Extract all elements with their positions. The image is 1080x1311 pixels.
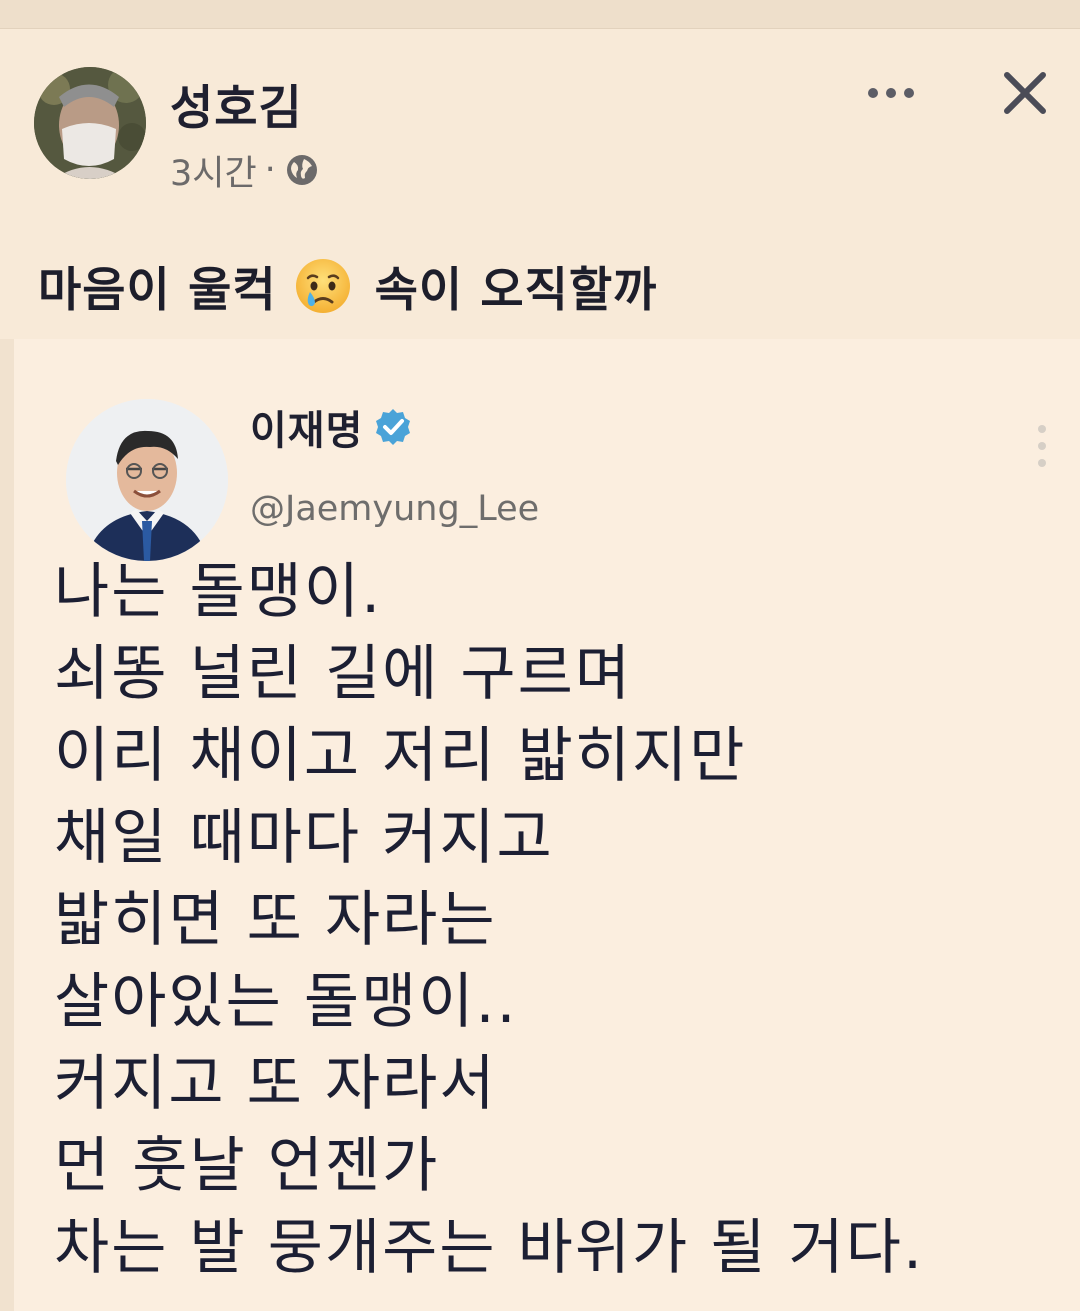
tweet-line: 나는 돌맹이. <box>54 557 383 627</box>
post-text-part2: 속이 오직할까 <box>374 263 658 318</box>
close-button[interactable] <box>994 62 1056 124</box>
tweet-options-button[interactable] <box>1032 419 1052 479</box>
meta-separator: · <box>264 150 276 190</box>
top-strip <box>0 0 1080 29</box>
crying-face-emoji <box>293 256 353 316</box>
shared-tweet-card[interactable]: 이재명 @Jaemyung_Lee 나는 돌맹이. 쇠똥 널린 길에 구르며 이… <box>0 339 1080 1311</box>
tweet-author-handle[interactable]: @Jaemyung_Lee <box>250 489 539 529</box>
close-icon <box>1004 72 1046 114</box>
tweet-line: 살아있는 돌맹이.. <box>54 967 518 1037</box>
tweet-line: 커지고 또 자라서 <box>54 1049 497 1119</box>
tweet-line: 먼 훗날 언젠가 <box>54 1131 440 1201</box>
post-meta: 3시간 · <box>170 148 319 194</box>
post-text: 마음이 울컥 속이 오직할까 <box>38 251 657 320</box>
author-avatar[interactable] <box>34 67 146 179</box>
tweet-body: 나는 돌맹이. 쇠똥 널린 길에 구르며 이리 채이고 저리 밟히지만 채일 때… <box>54 551 1064 1289</box>
globe-icon <box>285 153 319 187</box>
tweet-line: 채일 때마다 커지고 <box>54 803 554 873</box>
facebook-post: 성호김 3시간 · 마음이 울컥 속이 오직할까 이재명 @Jaemyung_L… <box>0 29 1080 1311</box>
author-name[interactable]: 성호김 <box>170 69 303 138</box>
post-text-part1: 마음이 울컥 <box>38 263 277 318</box>
post-time[interactable]: 3시간 <box>170 145 257 196</box>
tweet-author-row: 이재명 <box>250 397 413 457</box>
verified-badge-icon <box>373 407 413 447</box>
tweet-line: 이리 채이고 저리 밟히지만 <box>54 721 747 791</box>
tweet-author-name[interactable]: 이재명 <box>250 398 363 456</box>
tweet-line: 밟히면 또 자라는 <box>54 885 497 955</box>
tweet-line: 차는 발 뭉개주는 바위가 될 거다. <box>54 1213 925 1283</box>
more-options-button[interactable] <box>858 73 924 113</box>
more-horizontal-icon <box>868 88 914 98</box>
more-vertical-icon <box>1038 425 1046 467</box>
tweet-author-avatar[interactable] <box>66 399 228 561</box>
tweet-line: 쇠똥 널린 길에 구르며 <box>54 639 633 709</box>
